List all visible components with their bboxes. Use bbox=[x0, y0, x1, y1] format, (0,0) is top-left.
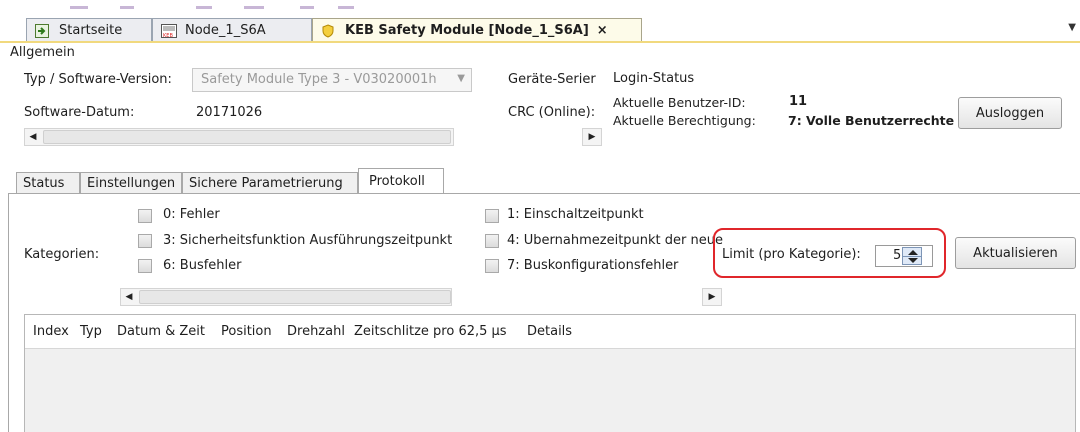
permission-value: 7: Volle Benutzerrechte bbox=[788, 113, 955, 128]
chevron-down-icon[interactable]: ▼ bbox=[457, 73, 465, 84]
column-header[interactable]: Typ bbox=[80, 324, 102, 339]
scroll-right-icon[interactable]: ▶ bbox=[584, 129, 600, 145]
categories-scroll-right[interactable]: ▶ bbox=[702, 288, 722, 306]
column-header[interactable]: Details bbox=[527, 324, 572, 339]
column-header[interactable]: Datum & Zeit bbox=[117, 324, 205, 339]
categories-label: Kategorien: bbox=[24, 247, 100, 262]
scroll-left-icon[interactable]: ◀ bbox=[121, 289, 137, 305]
tab-node[interactable]: KEB Node_1_S6A bbox=[152, 18, 312, 42]
login-status-title: Login-Status bbox=[613, 71, 695, 86]
tab-strip-divider bbox=[0, 41, 1080, 43]
categories-horizontal-scrollbar[interactable]: ◀ bbox=[120, 288, 452, 306]
tab-status[interactable]: Status bbox=[16, 172, 80, 194]
logout-button[interactable]: Ausloggen bbox=[958, 97, 1062, 129]
home-page-icon bbox=[35, 23, 49, 38]
user-id-value: 11 bbox=[789, 94, 808, 109]
scrollbar-thumb[interactable] bbox=[43, 130, 451, 144]
type-version-label: Typ / Software-Version: bbox=[24, 72, 172, 87]
category-label: 0: Fehler bbox=[163, 207, 220, 222]
section-title-allgemein: Allgemein bbox=[10, 45, 75, 60]
tab-einstellungen[interactable]: Einstellungen bbox=[80, 172, 182, 194]
software-date-label: Software-Datum: bbox=[24, 105, 135, 120]
serial-horizontal-scrollbar[interactable]: ▶ bbox=[582, 128, 602, 146]
column-header[interactable]: Index bbox=[33, 324, 69, 339]
category-checkbox[interactable] bbox=[138, 259, 152, 273]
category-checkbox[interactable] bbox=[485, 209, 499, 223]
svg-text:KEB: KEB bbox=[163, 33, 173, 38]
permission-label: Aktuelle Berechtigung: bbox=[613, 113, 756, 128]
scroll-right-icon[interactable]: ▶ bbox=[704, 289, 720, 305]
software-date-value: 20171026 bbox=[196, 105, 263, 120]
shield-icon bbox=[321, 23, 335, 38]
tab-startseite[interactable]: Startseite bbox=[26, 18, 152, 42]
category-checkbox[interactable] bbox=[138, 234, 152, 248]
chevron-down-icon[interactable]: ▼ bbox=[1068, 22, 1076, 33]
type-version-value: Safety Module Type 3 - V03020001h bbox=[201, 72, 437, 87]
tab-protokoll[interactable]: Protokoll bbox=[358, 168, 444, 194]
column-header[interactable]: Zeitschlitze pro 62,5 µs bbox=[354, 324, 507, 339]
refresh-button[interactable]: Aktualisieren bbox=[955, 237, 1076, 269]
serial-number-label: Geräte-Serier bbox=[508, 72, 596, 87]
category-label: 1: Einschaltzeitpunkt bbox=[507, 207, 644, 222]
spinner-arrows-icon[interactable] bbox=[902, 247, 922, 265]
category-checkbox[interactable] bbox=[138, 209, 152, 223]
scrollbar-thumb[interactable] bbox=[139, 290, 451, 304]
category-label: 7: Buskonfigurationsfehler bbox=[507, 258, 679, 273]
document-tab-bar: Startseite KEB Node_1_S6A KEB Safety Mod… bbox=[0, 0, 1080, 42]
table-header: Index Typ Datum & Zeit Position Drehzahl… bbox=[25, 315, 1075, 349]
user-id-label: Aktuelle Benutzer-ID: bbox=[613, 95, 746, 110]
column-header[interactable]: Drehzahl bbox=[287, 324, 345, 339]
tab-label: Node_1_S6A bbox=[185, 23, 266, 38]
top-decoration bbox=[0, 0, 1080, 12]
protocol-table[interactable]: Index Typ Datum & Zeit Position Drehzahl… bbox=[24, 314, 1076, 432]
category-label: 4: Übernahmezeitpunkt der neue bbox=[507, 233, 723, 248]
keb-device-icon: KEB bbox=[161, 23, 177, 39]
scroll-left-icon[interactable]: ◀ bbox=[25, 129, 41, 145]
limit-value: 5 bbox=[893, 248, 902, 263]
crc-online-label: CRC (Online): bbox=[508, 105, 596, 120]
column-header[interactable]: Position bbox=[221, 324, 272, 339]
allgemein-horizontal-scrollbar[interactable]: ◀ bbox=[24, 128, 454, 146]
tab-keb-safety-module[interactable]: KEB Safety Module [Node_1_S6A] × bbox=[312, 18, 642, 42]
category-checkbox[interactable] bbox=[485, 234, 499, 248]
tab-label: KEB Safety Module [Node_1_S6A] bbox=[345, 23, 589, 38]
close-icon[interactable]: × bbox=[597, 23, 608, 38]
limit-label: Limit (pro Kategorie): bbox=[722, 247, 861, 262]
category-label: 3: Sicherheitsfunktion Ausführungszeitpu… bbox=[163, 233, 453, 248]
category-label: 6: Busfehler bbox=[163, 258, 242, 273]
tab-label: Startseite bbox=[59, 23, 123, 38]
tab-sichere-parametrierung[interactable]: Sichere Parametrierung bbox=[182, 172, 358, 194]
type-version-combobox[interactable]: Safety Module Type 3 - V03020001h ▼ bbox=[192, 68, 472, 92]
category-checkbox[interactable] bbox=[485, 259, 499, 273]
